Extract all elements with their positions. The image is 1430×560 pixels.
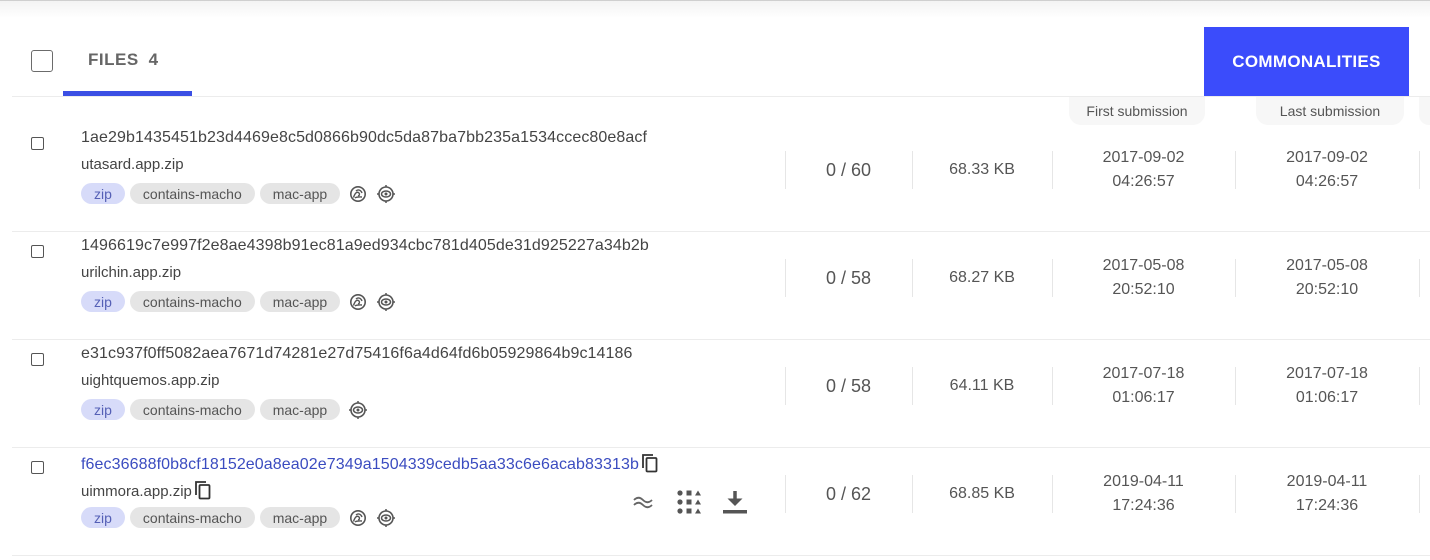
tag-zip[interactable]: zip [81, 183, 125, 204]
first-submission-date: 2017-05-08 20:52:10 [1052, 232, 1235, 324]
file-hash[interactable]: 1ae29b1435451b23d4469e8c5d0866b90dc5da87… [81, 129, 647, 147]
tag-contains-macho[interactable]: contains-macho [129, 507, 255, 528]
first-date: 2019-04-11 [1103, 473, 1184, 490]
file-row[interactable]: f6ec36688f0b8cf18152e0a8ea02e7349a150433… [12, 448, 1430, 556]
file-hash-text[interactable]: f6ec36688f0b8cf18152e0a8ea02e7349a150433… [81, 456, 639, 473]
first-time: 01:06:17 [1112, 389, 1175, 406]
file-size: 68.85 KB [949, 485, 1015, 502]
row-checkbox[interactable] [31, 137, 44, 150]
copy-hash-icon[interactable] [641, 453, 659, 473]
file-name: urilchin.app.zip [81, 264, 181, 281]
file-name-text: urilchin.app.zip [81, 264, 182, 281]
tab-files-label: FILES 4 [88, 50, 159, 69]
last-date: 2019-04-11 [1286, 473, 1368, 490]
column-divider [1419, 259, 1420, 297]
tag-list: zip contains-macho mac-app [81, 399, 368, 420]
files-header: FILES 4 COMMONALITIES [0, 0, 1430, 97]
file-hash[interactable]: f6ec36688f0b8cf18152e0a8ea02e7349a150433… [81, 453, 659, 474]
row-actions [629, 488, 749, 516]
detections[interactable]: 0 / 58 [785, 340, 912, 432]
tag-list: zip contains-macho mac-app [81, 291, 396, 312]
detections[interactable]: 0 / 62 [785, 448, 912, 540]
last-time: 01:06:17 [1295, 389, 1359, 406]
download-icon[interactable] [721, 488, 749, 516]
target-icon [376, 292, 396, 312]
tag-mac-app[interactable]: mac-app [259, 399, 341, 420]
first-time: 04:26:57 [1112, 173, 1175, 190]
first-date: 2017-07-18 [1102, 365, 1185, 382]
commonalities-button[interactable]: COMMONALITIES [1204, 27, 1409, 96]
tag-mac-app[interactable]: mac-app [259, 291, 341, 312]
last-date: 2017-05-08 [1286, 257, 1368, 274]
copy-filename-icon[interactable] [194, 480, 212, 500]
tag-zip[interactable]: zip [81, 507, 125, 528]
tag-mac-app[interactable]: mac-app [259, 507, 341, 528]
target-icon [376, 508, 396, 528]
last-time: 04:26:57 [1295, 173, 1359, 190]
first-submission-date: 2019-04-11 17:24:36 [1052, 448, 1235, 540]
last-time: 17:24:36 [1295, 497, 1359, 514]
tag-zip[interactable]: zip [81, 291, 125, 312]
column-more[interactable] [1419, 97, 1430, 125]
file-name-text: utasard.app.zip [81, 156, 184, 173]
first-submission-date: 2017-09-02 04:26:57 [1052, 124, 1235, 216]
sandbox-icon [348, 184, 368, 204]
last-submission-date: 2019-04-11 17:24:36 [1235, 448, 1419, 540]
row-checkbox[interactable] [31, 353, 44, 366]
file-hash-text[interactable]: 1ae29b1435451b23d4469e8c5d0866b90dc5da87… [81, 129, 647, 146]
tag-list: zip contains-macho mac-app [81, 183, 396, 204]
first-date: 2017-05-08 [1102, 257, 1185, 274]
column-last-submission[interactable]: Last submission [1256, 97, 1404, 125]
last-submission-date: 2017-09-02 04:26:57 [1235, 124, 1419, 216]
tag-zip[interactable]: zip [81, 399, 125, 420]
column-divider [1419, 475, 1420, 513]
last-submission-date: 2017-07-18 01:06:17 [1235, 340, 1419, 432]
last-submission-date: 2017-05-08 20:52:10 [1235, 232, 1419, 324]
first-submission-date: 2017-07-18 01:06:17 [1052, 340, 1235, 432]
tag-mac-app[interactable]: mac-app [259, 183, 341, 204]
target-icon [348, 400, 368, 420]
tag-list: zip contains-macho mac-app [81, 507, 396, 528]
select-all-checkbox[interactable] [31, 50, 53, 72]
file-hash[interactable]: 1496619c7e997f2e8ae4398b91ec81a9ed934cbc… [81, 237, 649, 255]
column-first-submission[interactable]: First submission [1069, 97, 1205, 125]
tab-files[interactable]: FILES 4 [63, 40, 192, 96]
row-checkbox[interactable] [31, 461, 44, 474]
detections[interactable]: 0 / 60 [785, 124, 912, 216]
sandbox-icon [348, 508, 368, 528]
tag-contains-macho[interactable]: contains-macho [129, 183, 255, 204]
grid-shapes-icon[interactable] [675, 488, 703, 516]
file-size: 68.33 KB [949, 161, 1015, 178]
tab-files-count: 4 [148, 50, 159, 69]
target-icon [376, 184, 396, 204]
row-checkbox[interactable] [31, 245, 44, 258]
file-hash[interactable]: e31c937f0ff5082aea7671d74281e27d75416f6a… [81, 345, 633, 363]
last-date: 2017-07-18 [1286, 365, 1368, 382]
file-name-text: uightquemos.app.zip [81, 372, 220, 389]
file-name: uimmora.app.zip [81, 480, 212, 500]
detections[interactable]: 0 / 58 [785, 232, 912, 324]
file-hash-text[interactable]: 1496619c7e997f2e8ae4398b91ec81a9ed934cbc… [81, 237, 649, 254]
first-time: 17:24:36 [1112, 497, 1175, 514]
file-name: uightquemos.app.zip [81, 372, 219, 389]
last-time: 20:52:10 [1295, 281, 1359, 298]
sandbox-icon [348, 292, 368, 312]
file-name: utasard.app.zip [81, 156, 184, 173]
file-row[interactable]: 1496619c7e997f2e8ae4398b91ec81a9ed934cbc… [12, 232, 1430, 340]
file-hash-text[interactable]: e31c937f0ff5082aea7671d74281e27d75416f6a… [81, 345, 633, 362]
column-divider [1419, 367, 1420, 405]
last-date: 2017-09-02 [1286, 149, 1368, 166]
header-divider [12, 96, 1430, 97]
first-date: 2017-09-02 [1102, 149, 1185, 166]
file-row[interactable]: 1ae29b1435451b23d4469e8c5d0866b90dc5da87… [12, 124, 1430, 232]
file-size: 68.27 KB [949, 269, 1015, 286]
similar-icon[interactable] [629, 488, 657, 516]
tag-contains-macho[interactable]: contains-macho [129, 399, 255, 420]
file-name-text: uimmora.app.zip [81, 483, 192, 500]
first-time: 20:52:10 [1112, 281, 1175, 298]
tag-contains-macho[interactable]: contains-macho [129, 291, 255, 312]
column-divider [1419, 151, 1420, 189]
file-row[interactable]: e31c937f0ff5082aea7671d74281e27d75416f6a… [12, 340, 1430, 448]
file-size: 64.11 KB [949, 377, 1015, 394]
